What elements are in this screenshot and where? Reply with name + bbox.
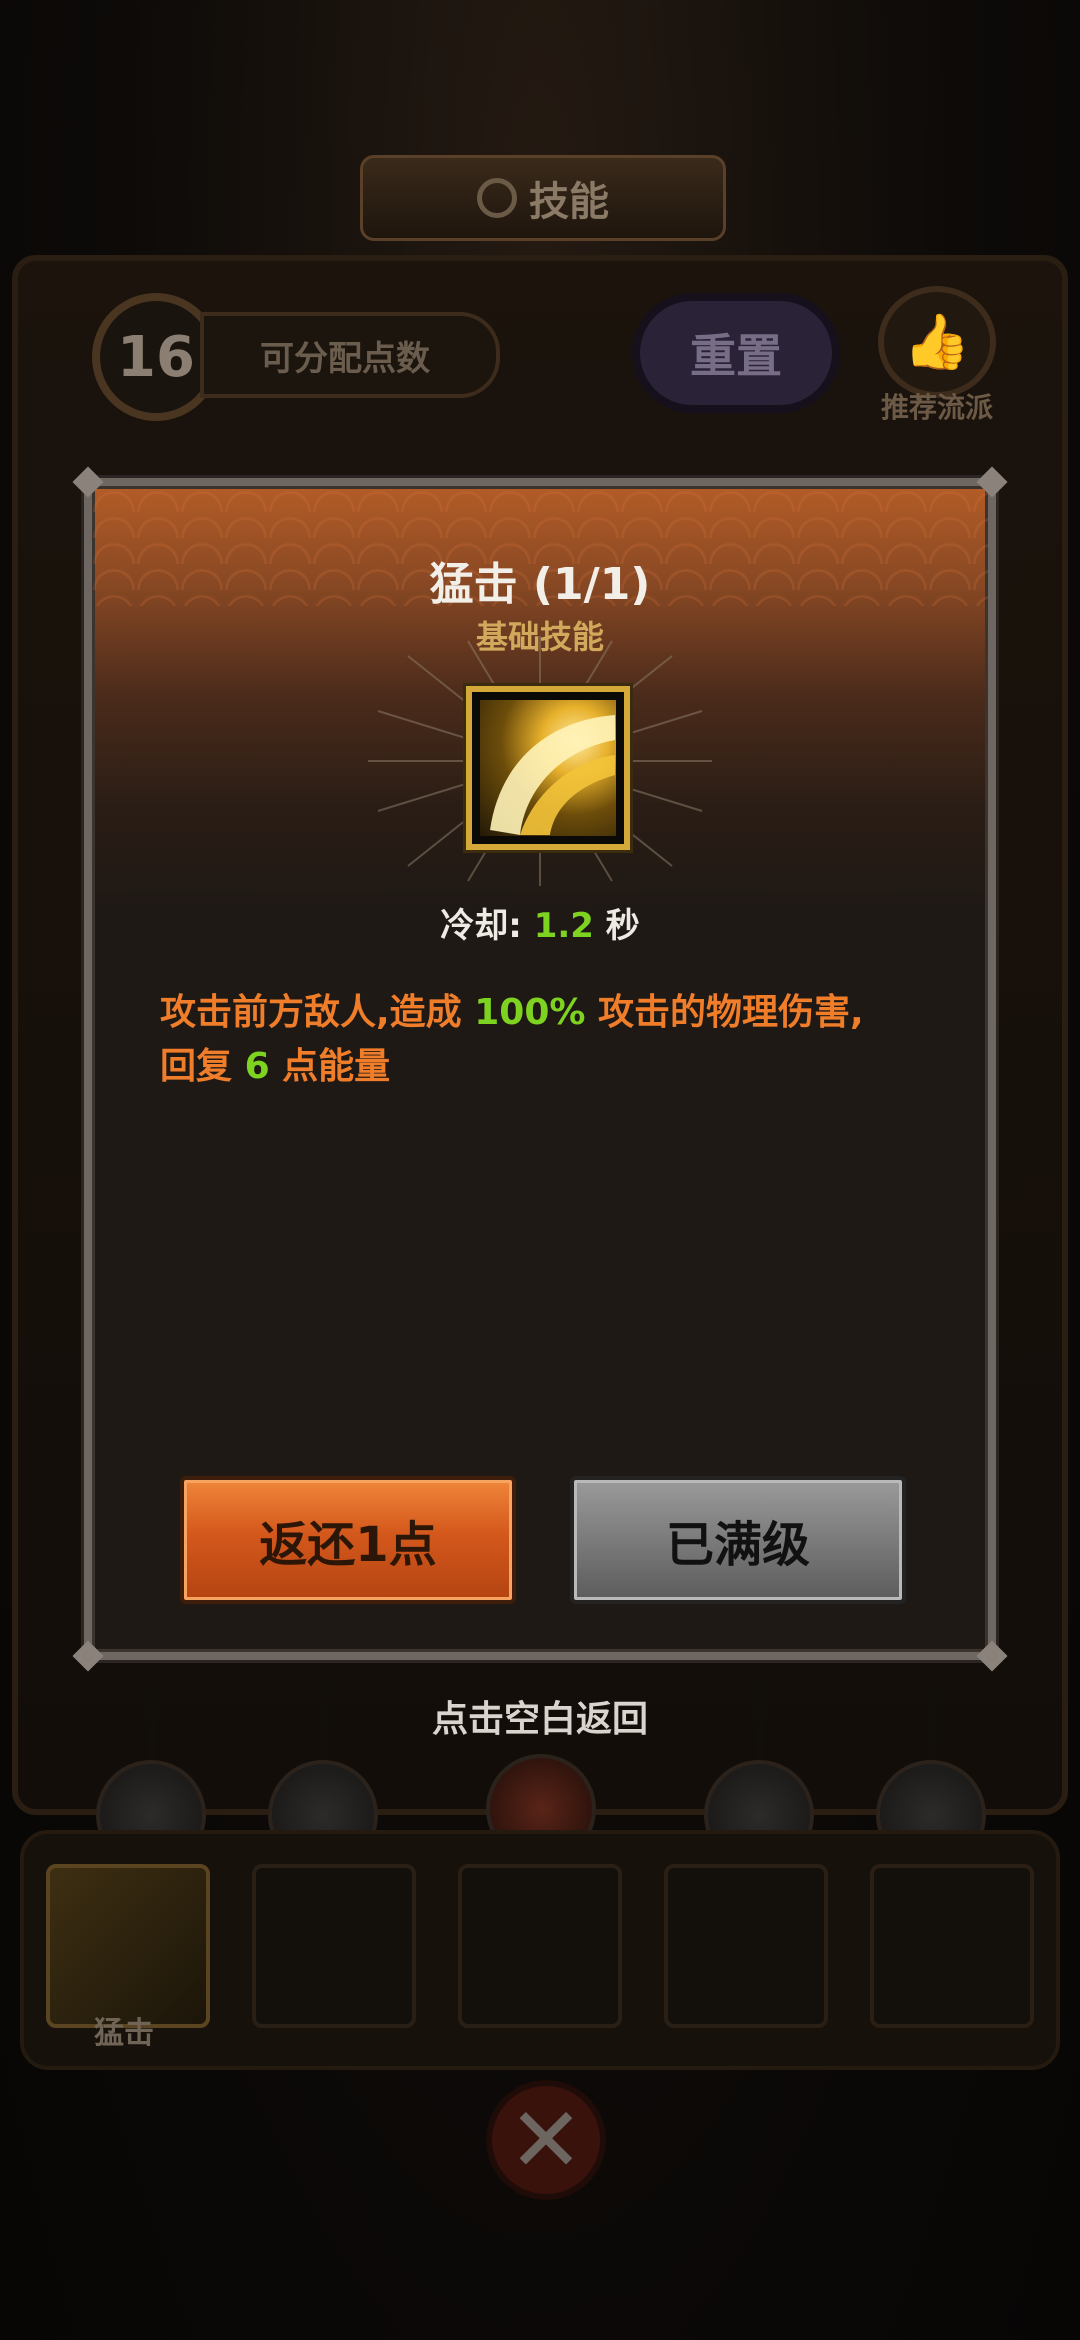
- reset-button[interactable]: 重置: [632, 293, 840, 413]
- recommend-build-label: 推荐流派: [880, 391, 993, 424]
- cooldown-unit: 秒: [605, 906, 640, 946]
- recommend-build-button[interactable]: 👍 推荐流派: [872, 286, 1002, 426]
- skill-screen-title-plate: 技能: [360, 155, 726, 241]
- desc-damage-value: 100%: [474, 992, 586, 1033]
- skill-slot-4[interactable]: [664, 1864, 828, 2028]
- skill-slot-5[interactable]: [870, 1864, 1034, 2028]
- crossed-swords-icon[interactable]: ✕: [486, 2080, 606, 2200]
- skill-title: 猛击 (1/1): [429, 559, 651, 610]
- skill-detail-dialog: 猛击 (1/1) 基础技能 冷却: 1.2 秒 攻击前方敌人,造成 100% 攻…: [72, 466, 1008, 1672]
- desc-energy-value: 6: [244, 1046, 270, 1087]
- tap-blank-to-return-hint: 点击空白返回: [431, 1699, 648, 1740]
- desc-part1: 攻击前方敌人,造成: [160, 992, 462, 1033]
- desc-part4: 点能量: [282, 1046, 391, 1087]
- cooldown-label: 冷却:: [440, 906, 522, 946]
- desc-part2: 攻击的物理伤害,: [598, 992, 864, 1033]
- skill-description: 攻击前方敌人,造成 100% 攻击的物理伤害, 回复 6 点能量: [160, 986, 928, 1094]
- skill-icon-frame: [466, 686, 630, 850]
- return-point-button[interactable]: 返还1点: [180, 1476, 516, 1604]
- skill-slot-1[interactable]: [46, 1864, 210, 2028]
- skill-slot-1-label: 猛击: [94, 2016, 154, 2051]
- slash-skill-icon: [480, 700, 616, 836]
- screen[interactable]: 技能 16 可分配点数 重置 👍 推荐流派 猛击 ✕ 猛击 (1/1) 基础技能…: [0, 0, 1080, 2340]
- skill-slot-2[interactable]: [252, 1864, 416, 2028]
- desc-part3: 回复: [160, 1046, 233, 1087]
- max-level-button[interactable]: 已满级: [570, 1476, 906, 1604]
- available-points-label: 可分配点数: [200, 312, 500, 398]
- skill-wheel-icon: [477, 178, 517, 218]
- skill-slot-3[interactable]: [458, 1864, 622, 2028]
- skill-screen-title: 技能: [529, 179, 609, 225]
- thumbs-up-icon: 👍: [878, 286, 996, 398]
- cooldown-value: 1.2: [533, 906, 594, 946]
- cooldown-line: 冷却: 1.2 秒: [92, 898, 988, 947]
